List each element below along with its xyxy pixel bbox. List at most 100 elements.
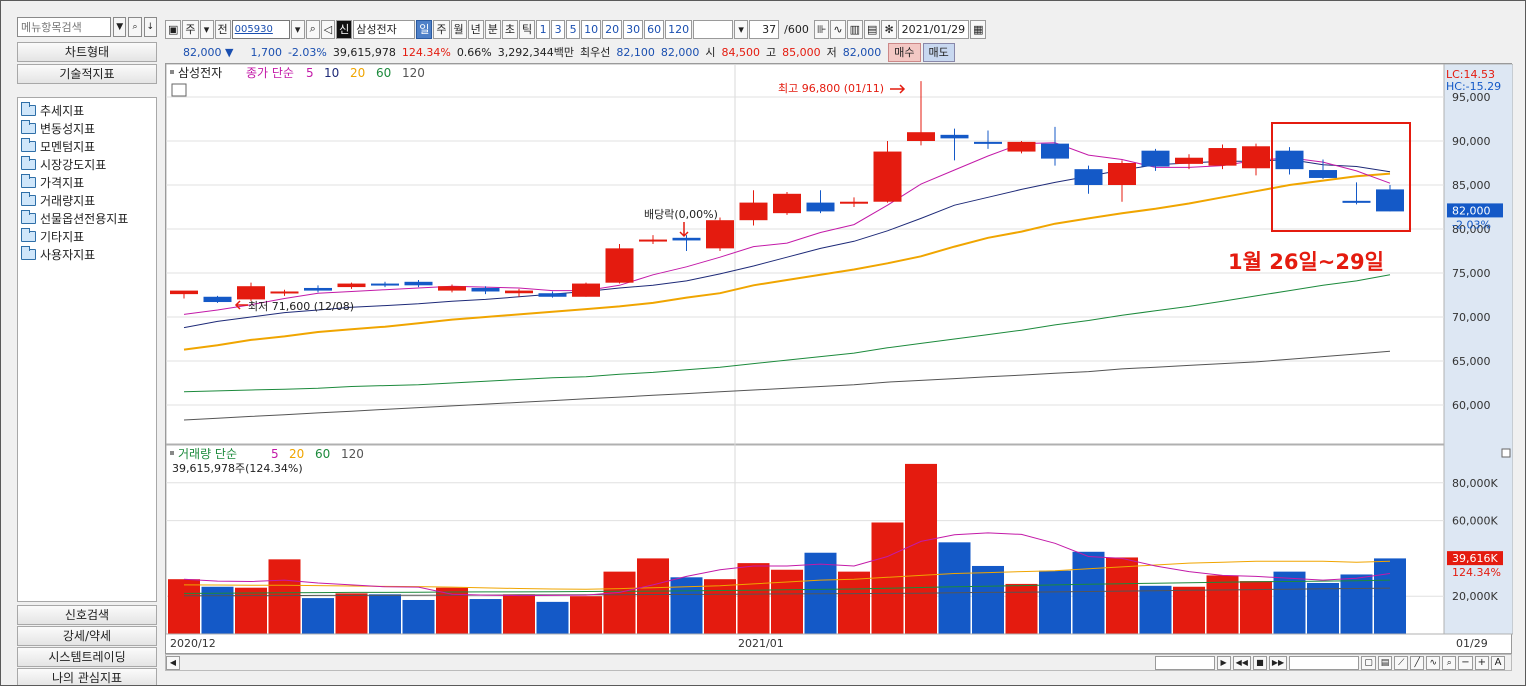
chart-area[interactable]: 95,000 90,000 85,000 80,000 75,000 70,000 65,0… <box>165 63 1513 655</box>
gear-icon[interactable]: ✻ <box>881 19 897 39</box>
candle-body <box>304 287 332 291</box>
candle-body <box>572 283 600 297</box>
system-trading-button[interactable]: 시스템트레이딩 <box>17 647 157 667</box>
ticker-input[interactable]: 005930 <box>231 19 290 39</box>
tree-item[interactable]: 모멘텀지표 <box>18 137 156 155</box>
chart-type-header[interactable]: 차트형태 <box>17 42 157 62</box>
folder-icon <box>21 137 36 152</box>
buy-button[interactable]: 매수 <box>888 42 921 62</box>
period-tick[interactable]: 틱 <box>519 19 536 39</box>
folder-icon <box>21 173 36 188</box>
draw-trend-icon[interactable]: ╱ <box>1410 655 1425 670</box>
minute-3[interactable]: 3 <box>551 19 566 39</box>
tile-icon[interactable]: ▤ <box>1377 655 1393 670</box>
period-select[interactable] <box>693 19 734 39</box>
candle-body <box>337 283 366 288</box>
chart-type-icon[interactable]: ▥ <box>846 19 864 39</box>
text-icon[interactable]: A <box>1491 655 1505 670</box>
draw-wave-icon[interactable]: ∿ <box>1426 655 1441 670</box>
zoom-icon[interactable]: ⌕ <box>1442 655 1457 670</box>
search-icon[interactable]: ⌕ <box>305 19 320 39</box>
ticker-dropdown-icon[interactable]: ▾ <box>290 19 305 39</box>
legend-stock-name: 삼성전자 <box>178 66 222 80</box>
low-price: 82,000 <box>842 45 882 59</box>
period-month[interactable]: 월 <box>450 19 467 39</box>
period-year[interactable]: 년 <box>467 19 484 39</box>
candle-type-icon[interactable]: ⊪ <box>813 19 830 39</box>
tree-item[interactable]: 사용자지표 <box>18 245 156 263</box>
legend-period: 5 <box>306 66 314 80</box>
folder-icon <box>21 245 36 260</box>
tree-item[interactable]: 변동성지표 <box>18 119 156 137</box>
layout-icon[interactable]: ▣ <box>165 19 182 39</box>
count-input[interactable]: 37 <box>749 19 780 39</box>
tree-item[interactable]: 가격지표 <box>18 173 156 191</box>
zoom-out-icon[interactable]: − <box>1458 655 1473 670</box>
indicators-header[interactable]: 기술적지표 <box>17 64 157 84</box>
minute-5[interactable]: 5 <box>566 19 581 39</box>
rewind-icon[interactable]: ◀◀ <box>1232 655 1251 670</box>
draw-line-icon[interactable]: ⟋ <box>1394 655 1409 670</box>
chart-svg[interactable]: 95,00090,00085,00080,00075,00070,00065,0… <box>166 64 1513 655</box>
minute-10[interactable]: 10 <box>581 19 602 39</box>
tree-item[interactable]: 선물옵션전용지표 <box>18 209 156 227</box>
toolbar: ▣ 주 ▾ 전 005930 ▾ ⌕ ◁ 신 삼성전자 일 주 월 년 분 초 … <box>165 19 987 39</box>
count-total: /600 <box>784 22 809 36</box>
save-icon[interactable]: ▤ <box>864 19 881 39</box>
search-icon[interactable]: ⌕ <box>128 17 142 37</box>
strength-button[interactable]: 강세/약세 <box>17 626 157 646</box>
my-indicators-button[interactable]: 나의 관심지표 <box>17 668 157 685</box>
scroll-left-icon[interactable]: ◀ <box>166 655 180 670</box>
candle-body <box>1041 143 1069 159</box>
minute-120[interactable]: 120 <box>665 19 693 39</box>
window-icon[interactable]: ▢ <box>1361 655 1376 670</box>
minute-20[interactable]: 20 <box>602 19 623 39</box>
candle-body <box>840 201 868 204</box>
period-day[interactable]: 일 <box>416 19 433 39</box>
folder-icon <box>21 191 36 206</box>
arrow-down-icon[interactable]: ↓ <box>143 17 157 37</box>
low-label: 저 <box>826 46 837 59</box>
tree-item[interactable]: 거래량지표 <box>18 191 156 209</box>
minute-1[interactable]: 1 <box>536 19 551 39</box>
zoom-slider[interactable] <box>1289 655 1360 670</box>
period-select-dropdown-icon[interactable]: ▾ <box>734 19 749 39</box>
scroll-track[interactable] <box>1154 655 1215 670</box>
period-second[interactable]: 초 <box>501 19 518 39</box>
chart-scrollbar[interactable]: ◀ ▶ ◀◀ ■ ▶▶ ▢ ▤ ⟋ ╱ ∿ ⌕ − + A <box>165 654 1512 671</box>
price-axis-bg <box>1443 64 1513 635</box>
btn-week[interactable]: 주 <box>182 19 199 39</box>
candle-body <box>1208 148 1237 166</box>
fast-forward-icon[interactable]: ▶▶ <box>1268 655 1288 670</box>
speaker-icon[interactable]: ◁ <box>320 19 336 39</box>
candle-body <box>538 293 567 297</box>
zoom-in-icon[interactable]: + <box>1474 655 1489 670</box>
period-minute[interactable]: 분 <box>484 19 501 39</box>
volume-bar <box>838 571 870 634</box>
tree-item[interactable]: 추세지표 <box>18 101 156 119</box>
volume-tick-label: 60,000K <box>1452 515 1498 528</box>
date-input[interactable]: 2021/01/29 <box>897 19 970 39</box>
candle-body <box>1342 200 1371 203</box>
sell-button[interactable]: 매도 <box>922 42 955 62</box>
period-week[interactable]: 주 <box>433 19 450 39</box>
volume-bar <box>905 463 937 634</box>
candle-body <box>203 296 232 303</box>
volume-bar <box>1374 558 1406 634</box>
stop-icon[interactable]: ■ <box>1252 655 1267 670</box>
dropdown-icon[interactable]: ▾ <box>199 19 214 39</box>
folder-icon <box>21 209 36 224</box>
line-type-icon[interactable]: ∿ <box>830 19 846 39</box>
volume-bar <box>536 601 569 634</box>
tree-item[interactable]: 시장강도지표 <box>18 155 156 173</box>
indicator-search-input[interactable] <box>17 17 111 37</box>
volume-bar <box>570 596 602 634</box>
search-dropdown-icon[interactable]: ▼ <box>113 17 127 37</box>
btn-prev[interactable]: 전 <box>214 19 231 39</box>
minute-30[interactable]: 30 <box>623 19 644 39</box>
calendar-icon[interactable]: ▦ <box>970 19 987 39</box>
play-icon[interactable]: ▶ <box>1216 655 1231 670</box>
minute-60[interactable]: 60 <box>644 19 665 39</box>
signal-search-button[interactable]: 신호검색 <box>17 605 157 625</box>
tree-item[interactable]: 기타지표 <box>18 227 156 245</box>
